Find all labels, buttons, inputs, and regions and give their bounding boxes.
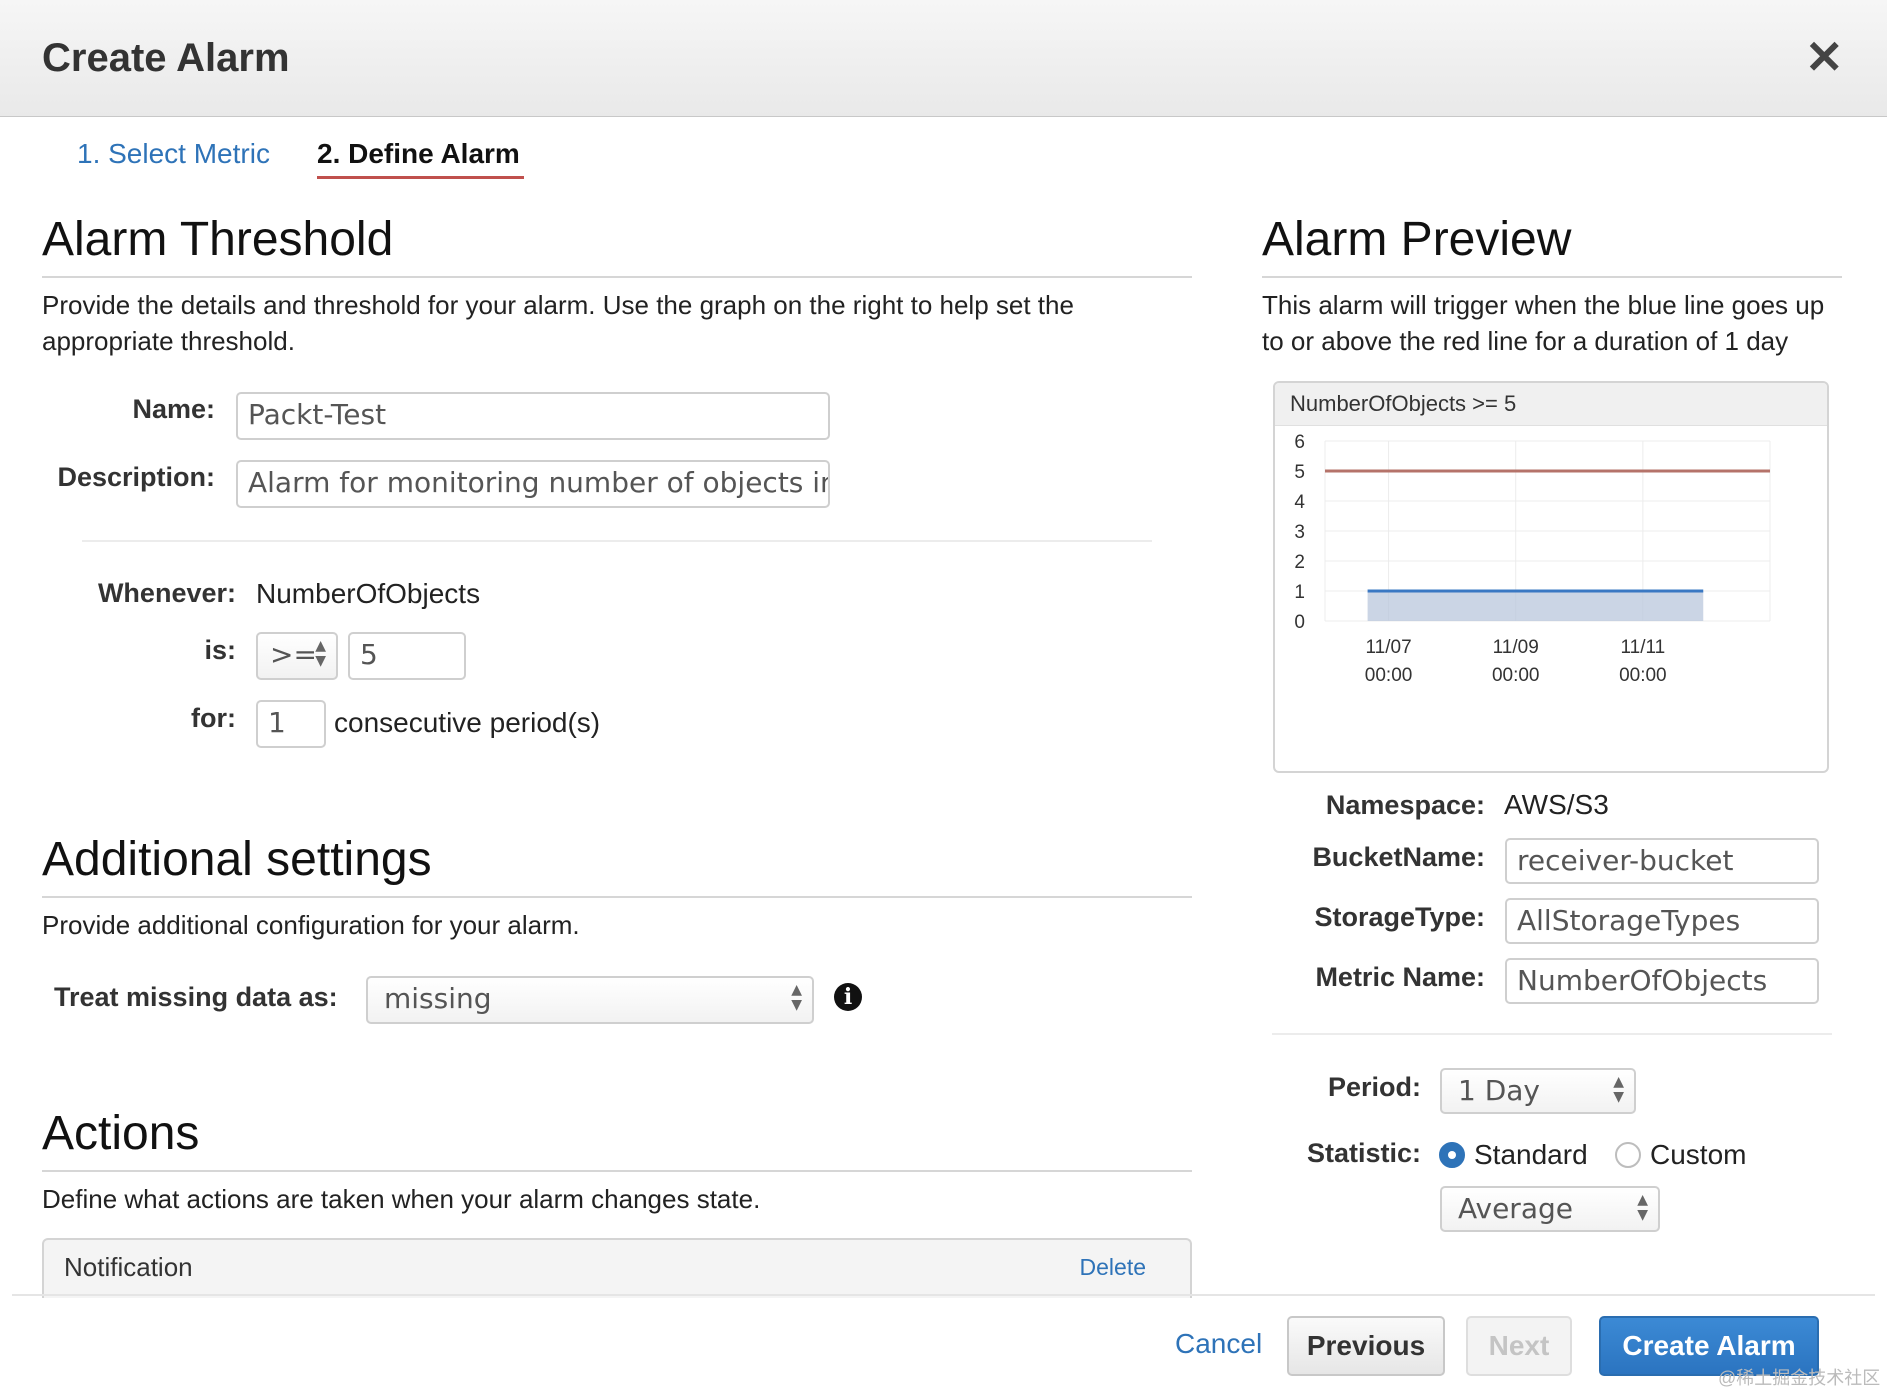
select-arrows-icon: ▲ ▼	[315, 638, 326, 669]
description-label: Description:	[57, 462, 215, 492]
previous-button[interactable]: Previous	[1287, 1316, 1445, 1376]
chart-x-tick-label: 11/09	[1493, 637, 1539, 658]
chart-y-tick-label: 6	[1294, 432, 1305, 453]
dialog-header: Create Alarm ✕	[0, 0, 1887, 117]
chart-x-tick-label: 00:00	[1619, 665, 1667, 686]
missing-data-select[interactable]: missing ▲ ▼	[366, 976, 814, 1024]
bucketname-field[interactable]: receiver-bucket	[1505, 838, 1819, 884]
standard-radio[interactable]	[1439, 1142, 1465, 1168]
notification-panel: Notification Delete	[42, 1238, 1192, 1298]
name-field[interactable]: Packt-Test	[236, 392, 830, 440]
section-divider	[42, 1170, 1192, 1172]
actions-description: Define what actions are taken when your …	[42, 1184, 761, 1214]
cancel-button[interactable]: Cancel	[1175, 1328, 1262, 1360]
chart-y-tick-label: 5	[1294, 462, 1305, 483]
footer-divider	[12, 1294, 1875, 1296]
form-divider	[1272, 1033, 1832, 1035]
actions-heading: Actions	[42, 1107, 200, 1160]
preview-description: This alarm will trigger when the blue li…	[1262, 290, 1825, 356]
watermark: @稀土掘金技术社区	[1718, 1368, 1881, 1388]
section-divider	[42, 276, 1192, 278]
bucketname-label: BucketName:	[1312, 842, 1485, 872]
section-divider	[1262, 276, 1842, 278]
metric-name-label: Metric Name:	[1315, 962, 1485, 992]
select-arrows-icon: ▲ ▼	[1637, 1192, 1648, 1223]
threshold-value-field[interactable]: 5	[348, 632, 466, 680]
threshold-description: Provide the details and threshold for yo…	[42, 290, 1074, 356]
custom-radio[interactable]	[1615, 1142, 1641, 1168]
description-field[interactable]: Alarm for monitoring number of objects i…	[236, 460, 830, 508]
close-icon[interactable]: ✕	[1805, 34, 1844, 80]
alarm-threshold-heading: Alarm Threshold	[42, 213, 394, 266]
chart-y-tick-label: 2	[1294, 552, 1305, 573]
additional-settings-heading: Additional settings	[42, 833, 432, 886]
select-arrows-icon: ▲ ▼	[1613, 1074, 1624, 1105]
period-label: Period:	[1327, 1072, 1421, 1102]
notification-title: Notification	[64, 1252, 193, 1282]
whenever-label: Whenever:	[97, 578, 236, 608]
section-divider	[42, 896, 1192, 898]
periods-field[interactable]: 1	[256, 700, 326, 748]
next-button[interactable]: Next	[1466, 1316, 1572, 1376]
chart-x-tick-label: 11/07	[1366, 637, 1412, 658]
form-divider	[82, 540, 1152, 542]
custom-radio-label: Custom	[1650, 1139, 1747, 1170]
chart-y-tick-label: 4	[1294, 492, 1305, 513]
chart-x-tick-label: 11/11	[1620, 637, 1665, 658]
for-label: for:	[191, 703, 236, 733]
chart-y-tick-label: 3	[1294, 522, 1305, 543]
chart-plot: 6 5 4 3 2 1 0 11/07 00:00 11/09 00:00 11/11 00:00	[1294, 432, 1771, 686]
chart-title: NumberOfObjects >= 5	[1290, 391, 1517, 416]
statistic-label: Statistic:	[1306, 1138, 1421, 1168]
namespace-label: Namespace:	[1325, 790, 1485, 820]
name-label: Name:	[132, 394, 215, 424]
namespace-value: AWS/S3	[1504, 789, 1609, 820]
statistic-value: Average	[1458, 1192, 1573, 1225]
missing-data-value: missing	[384, 982, 492, 1015]
operator-select[interactable]: >= ▲ ▼	[256, 632, 338, 680]
alarm-preview-heading: Alarm Preview	[1262, 213, 1572, 266]
metric-name-field[interactable]: NumberOfObjects	[1505, 958, 1819, 1004]
period-select[interactable]: 1 Day ▲ ▼	[1440, 1068, 1636, 1114]
delete-notification-link[interactable]: Delete	[1080, 1254, 1146, 1281]
chart-y-tick-label: 0	[1294, 612, 1305, 633]
periods-suffix: consecutive period(s)	[334, 707, 601, 738]
step-select-metric[interactable]: 1. Select Metric	[77, 138, 270, 170]
chart-x-tick-label: 00:00	[1365, 665, 1413, 686]
dialog-title: Create Alarm	[42, 36, 290, 80]
chart-series-area	[1367, 591, 1704, 621]
alarm-preview-chart: NumberOfObjects >= 5 6 5 4 3 2 1 0 11/07 00:00 11…	[1273, 381, 1829, 773]
info-icon[interactable]: i	[834, 983, 862, 1011]
is-label: is:	[204, 635, 236, 665]
missing-data-label: Treat missing data as:	[54, 982, 338, 1012]
standard-radio-label: Standard	[1474, 1139, 1588, 1170]
storagetype-field[interactable]: AllStorageTypes	[1505, 898, 1819, 944]
chart-y-tick-label: 1	[1294, 582, 1305, 603]
step-define-alarm[interactable]: 2. Define Alarm	[317, 138, 524, 179]
storagetype-label: StorageType:	[1314, 902, 1485, 932]
chart-title-bar: NumberOfObjects >= 5	[1275, 383, 1827, 426]
additional-description: Provide additional configuration for you…	[42, 910, 580, 940]
whenever-metric: NumberOfObjects	[256, 578, 481, 609]
chart-x-tick-label: 00:00	[1492, 665, 1540, 686]
select-arrows-icon: ▲ ▼	[791, 982, 802, 1013]
period-value: 1 Day	[1458, 1074, 1541, 1107]
operator-value: >=	[270, 638, 317, 671]
statistic-select[interactable]: Average ▲ ▼	[1440, 1186, 1660, 1232]
